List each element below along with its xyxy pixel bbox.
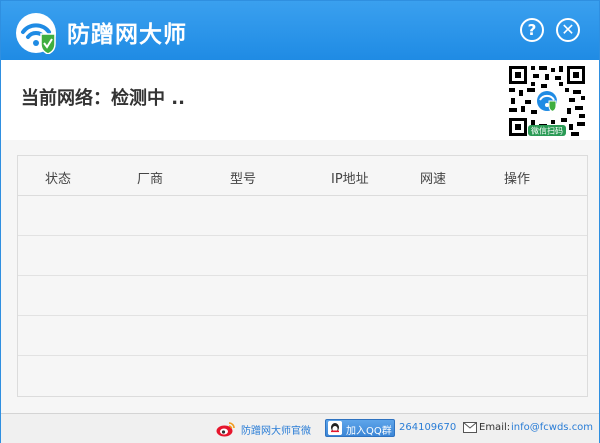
qq-group-number[interactable]: 264109670: [399, 422, 456, 433]
column-header-vendor: 厂商: [137, 172, 164, 187]
table-row: [18, 316, 587, 356]
column-header-status: 状态: [45, 172, 72, 187]
close-icon: ✕: [561, 20, 575, 39]
table-row: [18, 236, 587, 276]
email-link[interactable]: info@fcwds.com: [511, 422, 593, 433]
email-icon: [463, 422, 477, 433]
table-row: [18, 196, 587, 236]
status-panel: 当前网络：检测中 .. 微信扫码: [1, 60, 599, 140]
qr-code-icon: 微信扫码: [506, 63, 588, 139]
weibo-link[interactable]: 防蹭网大师官微: [241, 422, 311, 437]
table-row: [18, 276, 587, 316]
help-icon: ?: [527, 21, 537, 39]
app-title: 防蹭网大师: [67, 22, 187, 48]
join-qq-group-button[interactable]: 加入QQ群: [325, 419, 395, 437]
footer-bar: 防蹭网大师官微 加入QQ群 264109670 Email: info@fcwd…: [1, 413, 599, 443]
network-status-text: 当前网络：检测中 ..: [21, 88, 185, 109]
column-header-actions: 操作: [504, 172, 531, 187]
table-header: 状态 厂商 型号 IP地址 网速 操作: [18, 156, 587, 196]
email-label: Email:: [479, 422, 511, 433]
column-header-model: 型号: [230, 172, 257, 187]
join-qq-group-label: 加入QQ群: [346, 426, 392, 437]
qq-icon: [328, 421, 342, 435]
title-bar[interactable]: 防蹭网大师 ? ✕: [1, 1, 599, 60]
device-table: 状态 厂商 型号 IP地址 网速 操作: [17, 155, 588, 397]
column-header-ip-address: IP地址: [331, 172, 369, 187]
help-button[interactable]: ?: [520, 18, 544, 42]
main-window: 防蹭网大师 ? ✕ 当前网络：检测中 .. 微信扫码 状态 厂商 型号 IP地址…: [0, 0, 600, 443]
close-button[interactable]: ✕: [556, 18, 580, 42]
wifi-shield-logo-icon: [16, 13, 56, 54]
table-row: [18, 356, 587, 396]
weibo-icon: [216, 422, 235, 437]
column-header-speed: 网速: [420, 172, 447, 187]
svg-text:微信扫码: 微信扫码: [531, 126, 563, 136]
